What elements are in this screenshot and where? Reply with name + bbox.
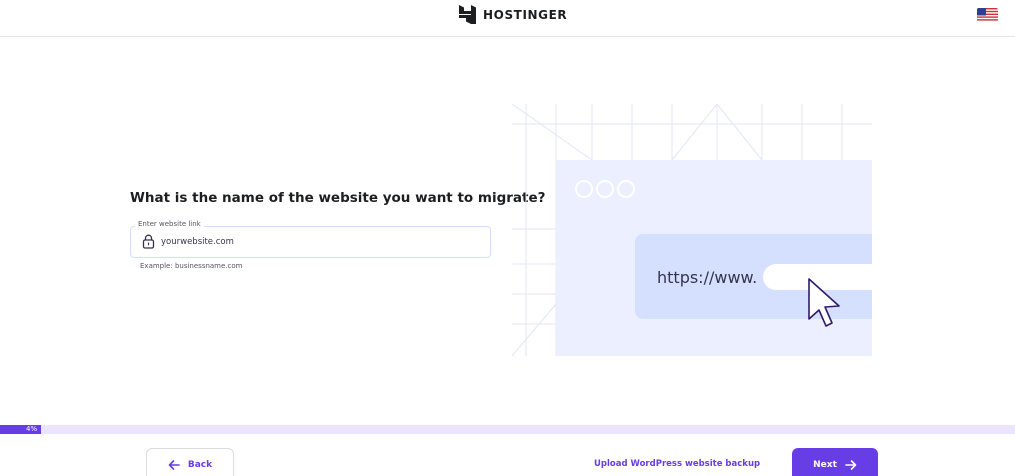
hostinger-logo[interactable]: HOSTINGER xyxy=(458,4,567,25)
back-button-label: Back xyxy=(187,460,213,470)
progress-percent: 4% xyxy=(26,425,38,433)
website-link-hint: Example: businessname.com xyxy=(140,262,243,270)
hostinger-logo-icon xyxy=(459,5,476,24)
migration-illustration: https://www. xyxy=(512,104,872,356)
upload-backup-link[interactable]: Upload WordPress website backup xyxy=(594,459,760,469)
arrow-left-icon xyxy=(168,460,180,470)
us-flag-icon[interactable] xyxy=(977,8,998,22)
arrow-right-icon xyxy=(845,460,857,470)
top-header: HOSTINGER xyxy=(0,0,1015,37)
progress-bar xyxy=(0,425,1015,434)
website-link-input[interactable] xyxy=(161,235,461,249)
next-button-label: Next xyxy=(813,460,837,470)
illustration-url-text: https://www. xyxy=(657,268,757,287)
website-link-label: Enter website link xyxy=(135,220,204,228)
next-button[interactable]: Next xyxy=(792,448,878,476)
lock-icon xyxy=(142,234,155,249)
page-question: What is the name of the website you want… xyxy=(130,190,546,206)
back-button[interactable]: Back xyxy=(146,448,234,476)
brand-name: HOSTINGER xyxy=(483,7,568,22)
illustration-graphic: https://www. xyxy=(512,104,872,356)
